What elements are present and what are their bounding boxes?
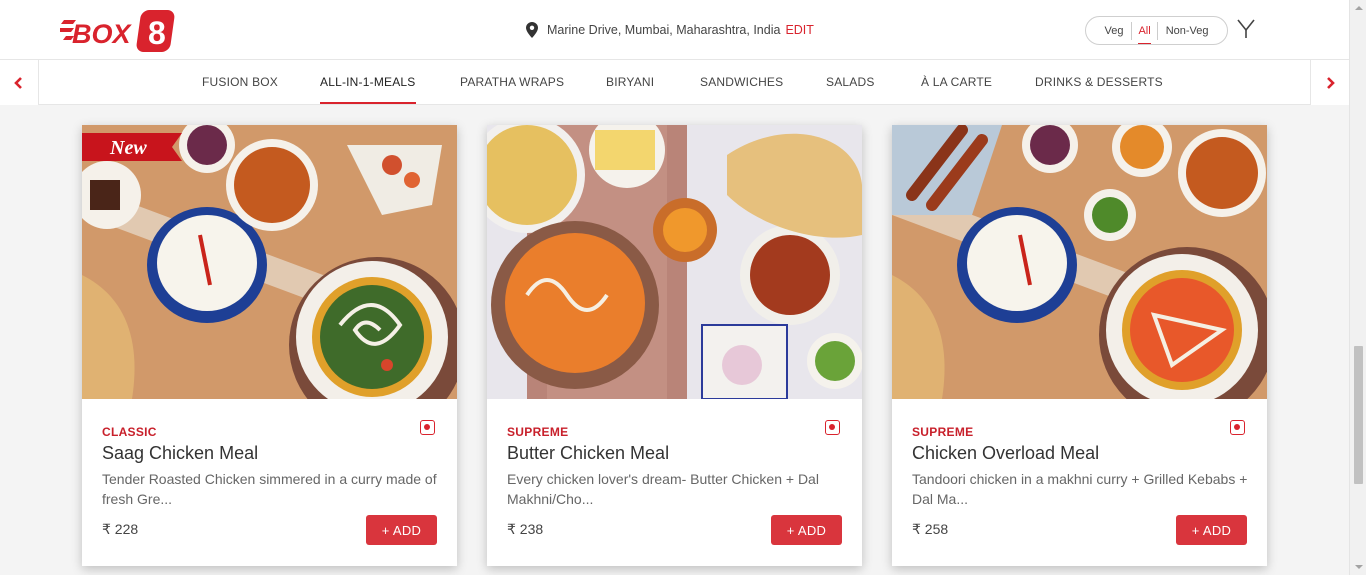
meal-price: ₹ 258 xyxy=(912,521,949,537)
location-pin-icon xyxy=(526,22,538,38)
meal-card[interactable]: SUPREME Butter Chicken Meal Every chicke… xyxy=(487,125,862,566)
meal-description: Tender Roasted Chicken simmered in a cur… xyxy=(102,471,437,507)
tab-drinks-desserts[interactable]: DRINKS & DESSERTS xyxy=(1035,60,1163,105)
svg-text:New: New xyxy=(109,137,147,159)
category-scroll-right[interactable] xyxy=(1310,60,1349,105)
filter-icon[interactable] xyxy=(1236,17,1256,41)
meal-tier: SUPREME xyxy=(912,425,974,439)
meal-title[interactable]: Saag Chicken Meal xyxy=(102,443,258,464)
tab-fusion-box[interactable]: FUSION BOX xyxy=(202,60,278,105)
category-scroll-left[interactable] xyxy=(0,60,39,105)
all-option[interactable]: All xyxy=(1131,21,1158,44)
tab-a-la-carte[interactable]: À LA CARTE xyxy=(921,60,992,105)
chevron-right-icon xyxy=(1327,76,1335,89)
top-header: BOX 8 Marine Drive, Mumbai, Maharashtra,… xyxy=(0,0,1349,60)
add-to-cart-button[interactable]: + ADD xyxy=(366,515,437,545)
tab-paratha-wraps[interactable]: PARATHA WRAPS xyxy=(460,60,564,105)
scroll-up-arrow-icon[interactable] xyxy=(1355,6,1363,10)
tab-sandwiches[interactable]: SANDWICHES xyxy=(700,60,783,105)
veg-option[interactable]: Veg xyxy=(1096,22,1131,40)
svg-text:BOX: BOX xyxy=(72,19,133,49)
scrollbar-thumb[interactable] xyxy=(1354,346,1363,484)
meal-image xyxy=(487,125,862,399)
page-scrollbar[interactable] xyxy=(1349,0,1366,575)
meal-tier: SUPREME xyxy=(507,425,569,439)
location-address: Marine Drive, Mumbai, Maharashtra, India xyxy=(547,23,781,37)
meal-image xyxy=(82,125,457,399)
scroll-down-arrow-icon[interactable] xyxy=(1355,565,1363,569)
meal-tier: CLASSIC xyxy=(102,425,157,439)
meal-card[interactable]: SUPREME Chicken Overload Meal Tandoori c… xyxy=(892,125,1267,566)
edit-location-link[interactable]: EDIT xyxy=(785,23,813,37)
svg-text:8: 8 xyxy=(148,15,166,51)
meal-price: ₹ 228 xyxy=(102,521,139,537)
non-veg-indicator-icon xyxy=(1230,420,1245,435)
tab-biryani[interactable]: BIRYANI xyxy=(606,60,654,105)
meal-card[interactable]: New CLASSIC Saag Chicken Meal Tender Roa… xyxy=(82,125,457,566)
meal-description: Every chicken lover's dream- Butter Chic… xyxy=(507,471,819,507)
meal-image xyxy=(892,125,1267,399)
category-nav: FUSION BOX ALL-IN-1-MEALS PARATHA WRAPS … xyxy=(0,60,1349,105)
meal-price: ₹ 238 xyxy=(507,521,544,537)
add-to-cart-button[interactable]: + ADD xyxy=(771,515,842,545)
tab-salads[interactable]: SALADS xyxy=(826,60,875,105)
meal-title[interactable]: Chicken Overload Meal xyxy=(912,443,1099,464)
meal-description: Tandoori chicken in a makhni curry + Gri… xyxy=(912,471,1248,507)
new-badge: New xyxy=(82,133,182,161)
tab-all-in-1-meals[interactable]: ALL-IN-1-MEALS xyxy=(320,60,416,105)
box8-logo[interactable]: BOX 8 xyxy=(60,6,180,54)
chevron-left-icon xyxy=(14,76,22,89)
diet-filter-toggle: Veg All Non-Veg xyxy=(1085,16,1228,45)
non-veg-indicator-icon xyxy=(825,420,840,435)
add-to-cart-button[interactable]: + ADD xyxy=(1176,515,1247,545)
non-veg-indicator-icon xyxy=(420,420,435,435)
non-veg-option[interactable]: Non-Veg xyxy=(1158,22,1217,40)
delivery-location[interactable]: Marine Drive, Mumbai, Maharashtra, India… xyxy=(526,22,814,38)
meal-title[interactable]: Butter Chicken Meal xyxy=(507,443,669,464)
